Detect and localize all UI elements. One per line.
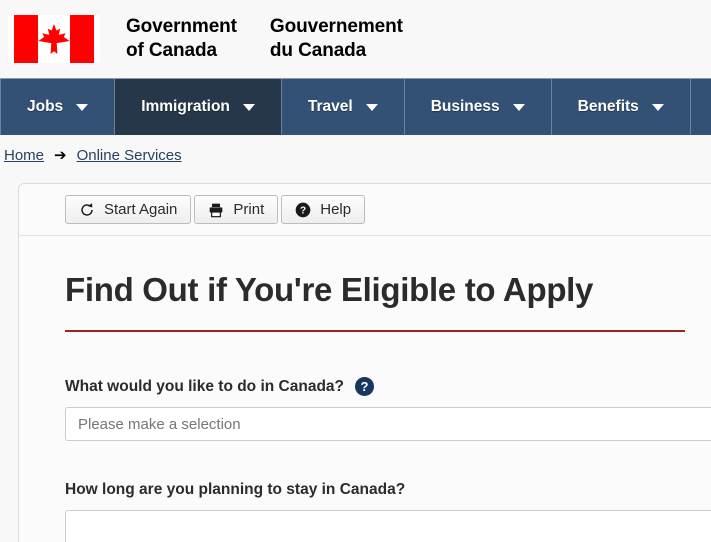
nav-item-label: Jobs bbox=[27, 98, 64, 115]
nav-item-jobs[interactable]: Jobs bbox=[0, 79, 116, 135]
help-button[interactable]: ? Help bbox=[281, 195, 366, 224]
brand-header: Government of Canada Gouvernement du Can… bbox=[0, 0, 711, 78]
breadcrumb-link-online-services[interactable]: Online Services bbox=[77, 147, 182, 164]
printer-icon bbox=[210, 203, 223, 217]
help-label: Help bbox=[320, 201, 352, 218]
breadcrumb-link-home[interactable]: Home bbox=[4, 147, 44, 164]
start-again-label: Start Again bbox=[104, 201, 178, 218]
wordmark-french: Gouvernement du Canada bbox=[269, 15, 403, 61]
start-again-button[interactable]: Start Again bbox=[65, 195, 192, 224]
nav-item-immigration[interactable]: Immigration bbox=[115, 79, 282, 135]
print-button[interactable]: Print bbox=[194, 195, 279, 224]
print-label: Print bbox=[233, 201, 265, 218]
title-divider bbox=[65, 330, 685, 333]
chevron-down-icon bbox=[651, 103, 664, 111]
field-label-text: What would you like to do in Canada? bbox=[65, 377, 344, 395]
canada-flag-icon bbox=[8, 15, 100, 63]
nav-item-business[interactable]: Business bbox=[405, 79, 552, 135]
field-label: What would you like to do in Canada? ? bbox=[65, 377, 711, 397]
field-purpose-of-visit: What would you like to do in Canada? ? P… bbox=[65, 377, 711, 442]
help-icon[interactable]: ? bbox=[355, 377, 374, 397]
form-content: Find Out if You're Eligible to Apply Wha… bbox=[19, 236, 711, 542]
form-toolbar: Start Again Print ? Help bbox=[19, 184, 711, 236]
chevron-down-icon bbox=[512, 103, 525, 111]
purpose-select-value: Please make a selection bbox=[78, 415, 241, 433]
government-wordmark: Government of Canada Gouvernement du Can… bbox=[126, 15, 403, 64]
nav-item-label: Immigration bbox=[141, 98, 230, 115]
purpose-select[interactable]: Please make a selection bbox=[65, 407, 711, 442]
chevron-down-icon bbox=[365, 103, 378, 111]
nav-item-label: Business bbox=[430, 98, 500, 115]
help-circle-icon: ? bbox=[295, 202, 311, 217]
wordmark-english: Government of Canada bbox=[126, 15, 237, 61]
svg-text:?: ? bbox=[300, 205, 306, 216]
nav-item-travel[interactable]: Travel bbox=[282, 79, 405, 135]
flag-right-bar bbox=[70, 15, 94, 63]
chevron-down-icon bbox=[242, 103, 255, 111]
field-label: How long are you planning to stay in Can… bbox=[65, 481, 711, 499]
page-title: Find Out if You're Eligible to Apply bbox=[65, 271, 594, 308]
length-of-stay-select[interactable] bbox=[65, 510, 711, 542]
nav-item-label: Benefits bbox=[577, 98, 639, 115]
field-length-of-stay: How long are you planning to stay in Can… bbox=[65, 481, 711, 542]
maple-leaf-icon bbox=[38, 24, 70, 54]
main-navigation: Jobs Immigration Travel Business Benefit… bbox=[0, 78, 711, 135]
refresh-icon bbox=[81, 202, 93, 216]
content-panel: Start Again Print ? Help Find Out if You… bbox=[18, 183, 711, 542]
nav-item-benefits[interactable]: Benefits bbox=[552, 79, 691, 135]
nav-item-label: Travel bbox=[307, 98, 353, 115]
field-label-text: How long are you planning to stay in Can… bbox=[65, 481, 406, 499]
flag-left-bar bbox=[14, 15, 38, 63]
chevron-down-icon bbox=[76, 103, 89, 111]
breadcrumb-arrow-icon: ➔ bbox=[54, 146, 67, 164]
breadcrumb: Home ➔ Online Services bbox=[0, 135, 711, 175]
